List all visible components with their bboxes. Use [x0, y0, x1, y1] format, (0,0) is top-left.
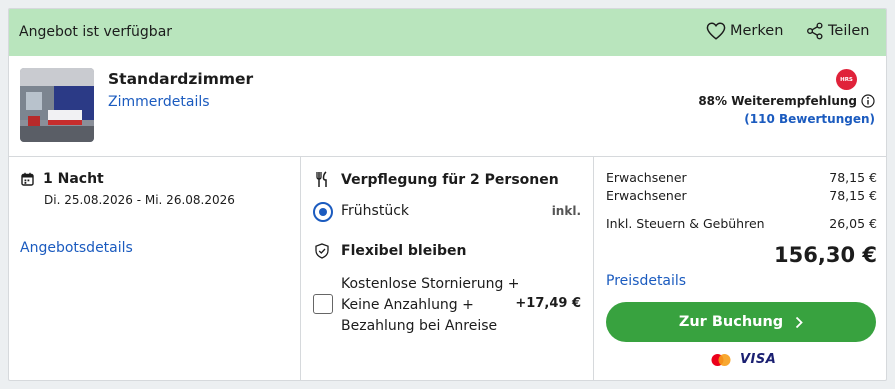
- room-title: Standardzimmer: [108, 70, 254, 88]
- chevron-right-icon: [796, 316, 803, 328]
- price-row-label: Inkl. Steuern & Gebühren: [606, 216, 765, 231]
- total-price: 156,30 €: [774, 243, 877, 267]
- mastercard-icon: [711, 353, 731, 366]
- price-row-value: 78,15 €: [829, 188, 877, 203]
- breakfast-label: Frühstück: [341, 203, 409, 219]
- breakfast-radio[interactable]: [313, 202, 333, 222]
- price-row-value: 26,05 €: [829, 216, 877, 231]
- nights-label: 1 Nacht: [43, 171, 104, 187]
- flex-option-line: Kostenlose Stornierung +: [341, 276, 520, 292]
- nights-summary: 1 Nacht: [21, 171, 104, 187]
- availability-status: Angebot ist verfügbar: [19, 24, 173, 40]
- meal-heading: Verpflegung für 2 Personen: [315, 171, 559, 188]
- heart-icon: [706, 22, 726, 40]
- meal-heading-text: Verpflegung für 2 Personen: [341, 171, 559, 188]
- visa-logo: VISA: [740, 352, 777, 367]
- share-icon: [807, 22, 823, 40]
- share-button[interactable]: Teilen: [806, 22, 869, 40]
- reviews-link[interactable]: (110 Bewertungen): [744, 112, 875, 126]
- book-button[interactable]: Zur Buchung: [606, 302, 876, 342]
- offer-details-link[interactable]: Angebotsdetails: [20, 240, 133, 256]
- price-row: Erwachsener 78,15 €: [606, 188, 877, 203]
- book-button-label: Zur Buchung: [678, 314, 784, 330]
- save-label: Merken: [730, 23, 784, 39]
- calendar-icon: [21, 172, 34, 186]
- info-icon[interactable]: [861, 94, 875, 108]
- price-row: Erwachsener 78,15 €: [606, 170, 877, 185]
- room-details-link[interactable]: Zimmerdetails: [108, 94, 210, 110]
- offer-card: Angebot ist verfügbar Merken Teilen Stan…: [8, 8, 887, 381]
- price-row-label: Erwachsener: [606, 170, 687, 185]
- flex-option-line: Keine Anzahlung +: [341, 297, 474, 313]
- flex-option-text: Kostenlose Stornierung + Keine Anzahlung…: [341, 274, 526, 337]
- flex-heading-text: Flexibel bleiben: [341, 243, 467, 259]
- shield-icon: [315, 243, 329, 259]
- room-header: Standardzimmer Zimmerdetails HRS 88% Wei…: [9, 56, 886, 157]
- price-row-value: 78,15 €: [829, 170, 877, 185]
- cutlery-icon: [316, 171, 327, 187]
- price-row: Inkl. Steuern & Gebühren 26,05 €: [606, 216, 877, 231]
- price-column: Erwachsener 78,15 € Erwachsener 78,15 € …: [594, 157, 886, 380]
- share-label: Teilen: [828, 23, 870, 39]
- flex-option-checkbox[interactable]: [313, 294, 333, 314]
- recommendation-rate: 88% Weiterempfehlung: [698, 94, 875, 108]
- stay-column: 1 Nacht Di. 25.08.2026 - Mi. 26.08.2026 …: [9, 157, 301, 380]
- stay-dates: Di. 25.08.2026 - Mi. 26.08.2026: [44, 193, 235, 207]
- room-photo[interactable]: [20, 68, 94, 142]
- hrs-logo: HRS: [836, 69, 857, 90]
- recommendation-text: 88% Weiterempfehlung: [698, 94, 857, 108]
- save-button[interactable]: Merken: [706, 22, 783, 40]
- availability-banner: Angebot ist verfügbar Merken Teilen: [9, 9, 886, 56]
- price-details-link[interactable]: Preisdetails: [606, 273, 686, 289]
- flex-option-price: +17,49 €: [515, 296, 581, 311]
- breakfast-price: inkl.: [551, 204, 581, 218]
- options-column: Verpflegung für 2 Personen Frühstück ink…: [301, 157, 594, 380]
- flex-option-line: Bezahlung bei Anreise: [341, 318, 498, 334]
- price-row-label: Erwachsener: [606, 188, 687, 203]
- flex-heading: Flexibel bleiben: [315, 243, 466, 259]
- payment-methods: VISA: [710, 352, 776, 367]
